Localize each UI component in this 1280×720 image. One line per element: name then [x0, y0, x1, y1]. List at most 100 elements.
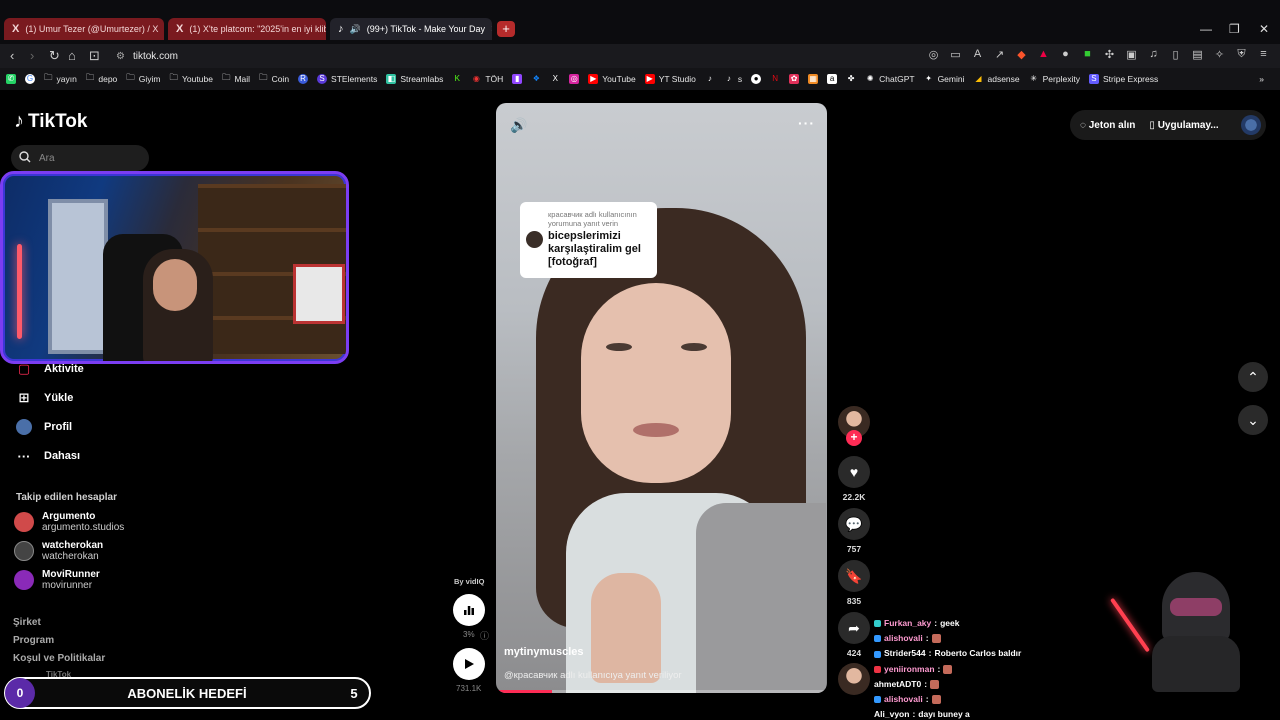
- bookmark-stripe[interactable]: S Stripe Express: [1088, 74, 1158, 84]
- get-app-button[interactable]: ▯ Uygulamay...: [1149, 120, 1218, 131]
- footer-link-program[interactable]: Program: [13, 635, 54, 646]
- bookmark-folder[interactable]: 🗀 Youtube: [170, 72, 213, 86]
- bookmark-instagram[interactable]: ◎: [569, 74, 580, 84]
- bookmark-circle[interactable]: ●: [751, 74, 762, 84]
- bookmark-tiktok[interactable]: ♪: [705, 74, 715, 84]
- sidebar-item-activity[interactable]: ▢ Aktivite: [16, 361, 84, 377]
- following-account[interactable]: watcherokan watcherokan: [14, 540, 103, 562]
- menu-icon[interactable]: ≡: [1257, 48, 1270, 61]
- forward-icon[interactable]: ›: [30, 48, 34, 63]
- get-coins-button[interactable]: ◌ Jeton alın: [1080, 120, 1135, 131]
- following-account[interactable]: Argumento argumento.studios: [14, 511, 124, 533]
- bookmark-extension[interactable]: ✤: [846, 74, 856, 84]
- bookmark-yt-studio[interactable]: ▶ YT Studio: [644, 74, 696, 84]
- puzzle-icon[interactable]: ✣: [1103, 48, 1116, 61]
- more-bookmarks-icon[interactable]: »: [1259, 74, 1264, 84]
- footer-link-company[interactable]: Şirket: [13, 617, 41, 628]
- translate-icon[interactable]: A: [971, 48, 984, 61]
- bookmark-whatsapp[interactable]: ✆: [6, 74, 16, 84]
- video-progress-bar[interactable]: [496, 690, 827, 693]
- volume-icon[interactable]: 🔊: [510, 117, 527, 134]
- next-video-button[interactable]: ⌄: [1238, 405, 1268, 435]
- comment-button[interactable]: 💬: [838, 508, 870, 540]
- bookmark-extension[interactable]: ▦: [808, 74, 819, 84]
- user-avatar[interactable]: [1241, 115, 1261, 135]
- bookmark-folder[interactable]: 🗀 Coin: [259, 72, 289, 86]
- extension-icon[interactable]: ●: [1059, 48, 1072, 61]
- bookmark-google[interactable]: G: [25, 74, 35, 84]
- follow-button[interactable]: +: [846, 430, 862, 446]
- bookmark-netflix[interactable]: N: [770, 74, 780, 84]
- sidebar-item-profile[interactable]: Profil: [16, 419, 72, 435]
- folder-icon: 🗀: [44, 72, 53, 82]
- tab-tiktok[interactable]: ♪ 🔊 (99+) TikTok - Make Your Day ×: [330, 18, 492, 40]
- reload-icon[interactable]: ↻: [49, 48, 60, 64]
- bookmark-kick[interactable]: K: [452, 74, 462, 84]
- brave-rewards-icon[interactable]: ▲: [1037, 48, 1050, 61]
- video-player[interactable]: [496, 103, 827, 693]
- extension-icon[interactable]: ▣: [1125, 48, 1138, 61]
- bookmark-bluesky[interactable]: ❖: [531, 74, 541, 84]
- music-icon[interactable]: ♫: [1147, 48, 1160, 61]
- bookmark-tiktok-s[interactable]: ♪ s: [724, 74, 742, 84]
- video-author[interactable]: mytinymuscles: [504, 646, 583, 658]
- bookmark-perplexity[interactable]: ✳ Perplexity: [1029, 74, 1080, 84]
- footer-link-terms[interactable]: Koşul ve Politikalar: [13, 653, 105, 664]
- sidebar-icon[interactable]: ▯: [1169, 48, 1182, 61]
- bookmark-folder[interactable]: 🗀 Mail: [222, 72, 250, 86]
- brave-shield-icon[interactable]: ◆: [1015, 48, 1028, 61]
- extension-icon[interactable]: ▭: [949, 48, 962, 61]
- bookmark-adsense[interactable]: ◢ adsense: [974, 74, 1019, 84]
- info-icon[interactable]: ⓘ: [480, 629, 489, 642]
- bookmark-x[interactable]: X: [550, 74, 560, 84]
- extension-icon[interactable]: ◎: [927, 48, 940, 61]
- vidiq-stats-button[interactable]: [453, 594, 485, 626]
- vpn-icon[interactable]: ⛨: [1235, 48, 1248, 61]
- bookmark-folder[interactable]: 🗀 yayın: [44, 72, 77, 86]
- bookmark-twitch[interactable]: ▮: [512, 74, 523, 84]
- bookmark-r[interactable]: R: [298, 74, 309, 84]
- tab-x-platcom[interactable]: X (1) X'te platcom: "2025'in en iyi klib…: [168, 18, 326, 40]
- share-button[interactable]: ➦: [838, 612, 870, 644]
- bookmark-toh[interactable]: ◉ TÖH: [471, 74, 503, 84]
- bookmark-folder[interactable]: 🗀 depo: [86, 72, 117, 86]
- home-icon[interactable]: ⌂: [68, 48, 76, 63]
- bookmark-chatgpt[interactable]: ✺ ChatGPT: [865, 74, 915, 84]
- site-settings-icon[interactable]: ⚙: [116, 51, 125, 62]
- bookmark-gemini[interactable]: ✦ Gemini: [924, 74, 964, 84]
- like-button[interactable]: ♥: [838, 456, 870, 488]
- leo-icon[interactable]: ✧: [1213, 48, 1226, 61]
- close-tab-icon[interactable]: ×: [491, 23, 492, 35]
- url-field[interactable]: ⚙ tiktok.com: [110, 46, 920, 66]
- tab-x-umur[interactable]: X (1) Umur Tezer (@Umurtezer) / X: [4, 18, 164, 40]
- extension-icon[interactable]: ■: [1081, 48, 1094, 61]
- vader-visor: [1170, 598, 1222, 616]
- speaker-icon[interactable]: 🔊: [350, 24, 361, 35]
- new-tab-button[interactable]: +: [497, 21, 515, 37]
- play-button[interactable]: [453, 648, 485, 680]
- sound-disc-avatar[interactable]: [838, 663, 870, 695]
- bookmark-stelements[interactable]: S STElements: [317, 74, 377, 84]
- sidebar-item-more[interactable]: ··· Dahası: [16, 448, 81, 464]
- tiktok-logo[interactable]: ♪ TikTok: [14, 110, 87, 133]
- bookmark-amazon[interactable]: a: [827, 74, 838, 84]
- bookmark-icon[interactable]: ⊡: [89, 48, 100, 64]
- bookmark-streamlabs[interactable]: ◧ Streamlabs: [386, 74, 443, 84]
- sidebar-item-upload[interactable]: ⊞ Yükle: [16, 390, 74, 406]
- bookmark-youtube[interactable]: ▶ YouTube: [588, 74, 636, 84]
- chat-badge-icon: [874, 665, 881, 673]
- video-more-icon[interactable]: ···: [798, 115, 815, 131]
- bookmark-folder[interactable]: 🗀 Giyim: [126, 72, 160, 86]
- avatar: [14, 541, 34, 561]
- save-button[interactable]: 🔖: [838, 560, 870, 592]
- maximize-icon[interactable]: ❐: [1229, 22, 1240, 36]
- wallet-icon[interactable]: ▤: [1191, 48, 1204, 61]
- previous-video-button[interactable]: ⌃: [1238, 362, 1268, 392]
- search-input[interactable]: Ara: [11, 145, 149, 171]
- share-icon[interactable]: ↗: [993, 48, 1006, 61]
- following-account[interactable]: MoviRunner movirunner: [14, 569, 100, 591]
- bookmark-extension[interactable]: ✿: [789, 74, 800, 84]
- close-window-icon[interactable]: ✕: [1259, 22, 1269, 36]
- back-icon[interactable]: ‹: [10, 48, 14, 63]
- minimize-icon[interactable]: —: [1200, 22, 1212, 36]
